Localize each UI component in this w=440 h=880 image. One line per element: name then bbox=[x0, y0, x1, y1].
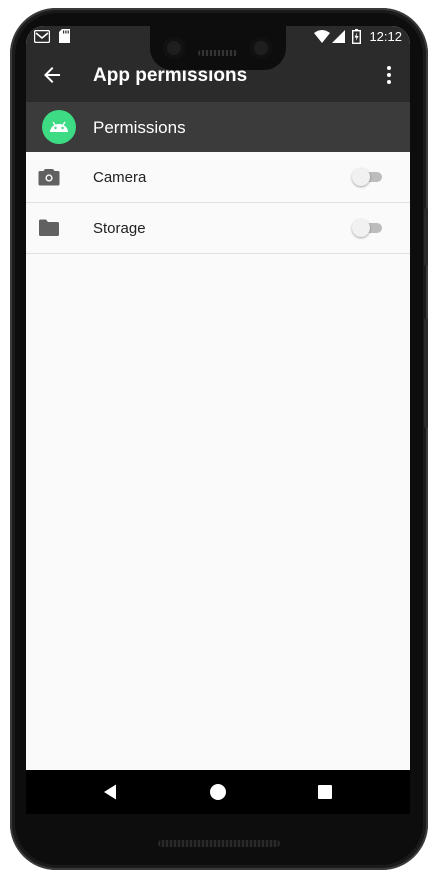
header-label: Permissions bbox=[93, 118, 186, 137]
screen: 12:12 App permissions Permissions Camera… bbox=[26, 26, 410, 814]
sd-card-icon bbox=[59, 29, 70, 43]
bottom-speaker-grille bbox=[158, 840, 280, 847]
gmail-notification-icon bbox=[34, 30, 50, 43]
permission-label: Storage bbox=[93, 220, 146, 237]
camera-icon bbox=[38, 169, 60, 186]
cell-signal-icon bbox=[332, 30, 345, 43]
navigation-bar bbox=[26, 770, 410, 814]
more-vert-icon[interactable] bbox=[382, 63, 396, 87]
wifi-icon bbox=[314, 30, 330, 43]
toggle-thumb bbox=[352, 219, 370, 237]
arrow-back-icon[interactable] bbox=[40, 63, 64, 87]
home-circle-icon[interactable] bbox=[207, 781, 229, 803]
front-camera-right bbox=[250, 37, 272, 59]
toggle-thumb bbox=[352, 168, 370, 186]
power-button bbox=[424, 208, 428, 266]
battery-charging-icon bbox=[352, 29, 361, 44]
recents-square-icon[interactable] bbox=[314, 781, 336, 803]
permission-label: Camera bbox=[93, 169, 147, 186]
status-time: 12:12 bbox=[369, 29, 402, 44]
permission-row-storage[interactable]: Storage bbox=[26, 203, 410, 254]
camera-toggle[interactable] bbox=[352, 168, 384, 186]
earpiece-speaker bbox=[198, 50, 238, 56]
camera-notch bbox=[150, 26, 286, 70]
folder-icon bbox=[39, 219, 59, 236]
storage-toggle[interactable] bbox=[352, 219, 384, 237]
back-triangle-icon[interactable] bbox=[100, 781, 122, 803]
volume-button bbox=[424, 318, 428, 428]
permissions-header: Permissions bbox=[26, 102, 410, 152]
front-camera-left bbox=[163, 37, 185, 59]
android-icon bbox=[42, 110, 76, 144]
permission-row-camera[interactable]: Camera bbox=[26, 152, 410, 203]
